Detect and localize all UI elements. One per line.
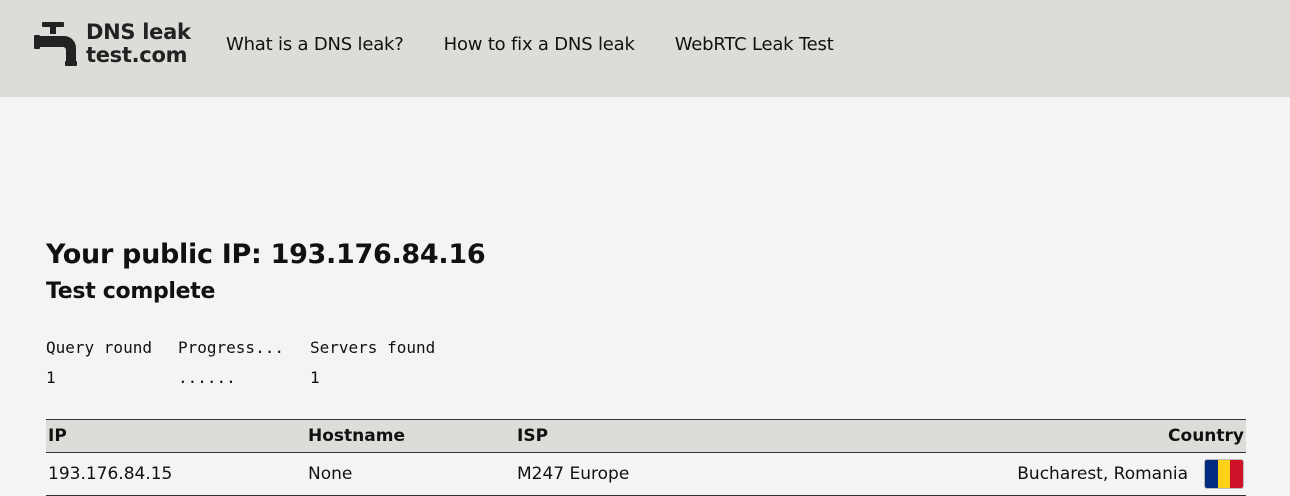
query-round-label: Query round	[46, 338, 152, 357]
servers-found-value: 1	[310, 368, 320, 387]
hostname-cell: None	[306, 452, 515, 496]
ip-column-header: IP	[46, 419, 306, 453]
query-progress: Query round Progress... Servers found 1 …	[46, 333, 435, 393]
logo-line2: test.com	[86, 43, 188, 67]
nav-what-is-dns-leak[interactable]: What is a DNS leak?	[226, 34, 404, 55]
test-status-heading: Test complete	[46, 279, 216, 304]
servers-found-label: Servers found	[310, 338, 436, 357]
progress-value-row: 1 ...... 1	[46, 363, 435, 393]
nav-webrtc-leak-test[interactable]: WebRTC Leak Test	[675, 34, 834, 55]
romania-flag-icon	[1204, 459, 1244, 489]
table-row: 193.176.84.15 None M247 Europe Bucharest…	[46, 452, 1246, 496]
logo-line1: DNS leak	[86, 20, 191, 44]
nav-how-to-fix-dns-leak[interactable]: How to fix a DNS leak	[444, 34, 635, 55]
isp-cell: M247 Europe	[515, 452, 760, 496]
progress-value: ......	[178, 368, 236, 387]
hostname-column-header: Hostname	[306, 419, 515, 453]
country-column-header: Country	[759, 419, 1246, 453]
country-cell: Bucharest, Romania	[759, 452, 1246, 496]
logo-text: DNS leak test.com	[86, 21, 191, 67]
results-table: IP Hostname ISP Country 193.176.84.15 No…	[46, 419, 1246, 496]
progress-header-row: Query round Progress... Servers found	[46, 333, 435, 363]
query-round-value: 1	[46, 368, 56, 387]
ip-cell: 193.176.84.15	[46, 452, 306, 496]
site-logo[interactable]: DNS leak test.com	[32, 18, 191, 70]
isp-column-header: ISP	[515, 419, 760, 453]
country-text: Bucharest, Romania	[1017, 464, 1188, 484]
flag-stripe-blue	[1205, 460, 1218, 488]
flag-stripe-yellow	[1217, 460, 1231, 488]
flag-stripe-red	[1230, 460, 1243, 488]
progress-label: Progress...	[178, 338, 284, 357]
main-nav: What is a DNS leak? How to fix a DNS lea…	[226, 34, 874, 55]
faucet-icon	[34, 22, 77, 66]
site-header: DNS leak test.com What is a DNS leak? Ho…	[0, 0, 1290, 97]
public-ip-heading: Your public IP: 193.176.84.16	[46, 239, 486, 270]
results-header-row: IP Hostname ISP Country	[46, 419, 1246, 453]
